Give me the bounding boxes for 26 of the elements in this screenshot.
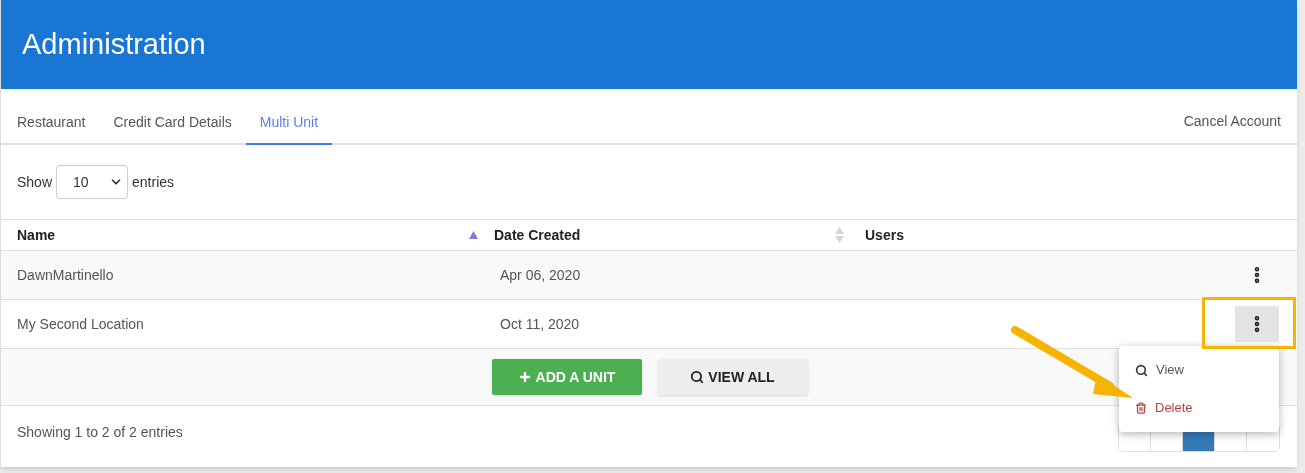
- tab[interactable]: Credit Card Details: [99, 101, 246, 145]
- table-cell-text: My Second Location: [16, 314, 145, 334]
- table-cell-text: Oct 11, 2020: [499, 314, 581, 334]
- page-title: Administration: [22, 26, 206, 62]
- entries-label: entries: [132, 172, 175, 192]
- show-label: Show: [17, 172, 53, 192]
- tab[interactable]: Restaurant: [17, 101, 100, 145]
- table-cell-text: DawnMartinello: [16, 265, 115, 285]
- entries-info: Showing 1 to 2 of 2 entries: [17, 423, 183, 442]
- sort-up-icon[interactable]: [469, 231, 478, 239]
- search-icon: [690, 370, 705, 384]
- column-header[interactable]: Users: [865, 224, 904, 246]
- column-header[interactable]: Date Created: [494, 224, 581, 246]
- plus-icon: [517, 370, 532, 384]
- table-cell-text: Apr 06, 2020: [499, 265, 582, 285]
- entries-select[interactable]: 10: [56, 165, 129, 199]
- menu-item[interactable]: Delete: [1119, 389, 1279, 427]
- sort-icon[interactable]: [835, 227, 844, 243]
- search-icon: [1135, 363, 1148, 377]
- column-header[interactable]: Name: [17, 224, 56, 246]
- view-all-button[interactable]: VIEW ALL: [657, 359, 808, 395]
- tab[interactable]: Multi Unit: [245, 101, 333, 145]
- cancel-account-link[interactable]: Cancel Account: [1183, 99, 1281, 143]
- menu-item[interactable]: View: [1119, 351, 1279, 389]
- row-menu-button[interactable]: [1235, 306, 1279, 342]
- trash-icon: [1135, 402, 1147, 414]
